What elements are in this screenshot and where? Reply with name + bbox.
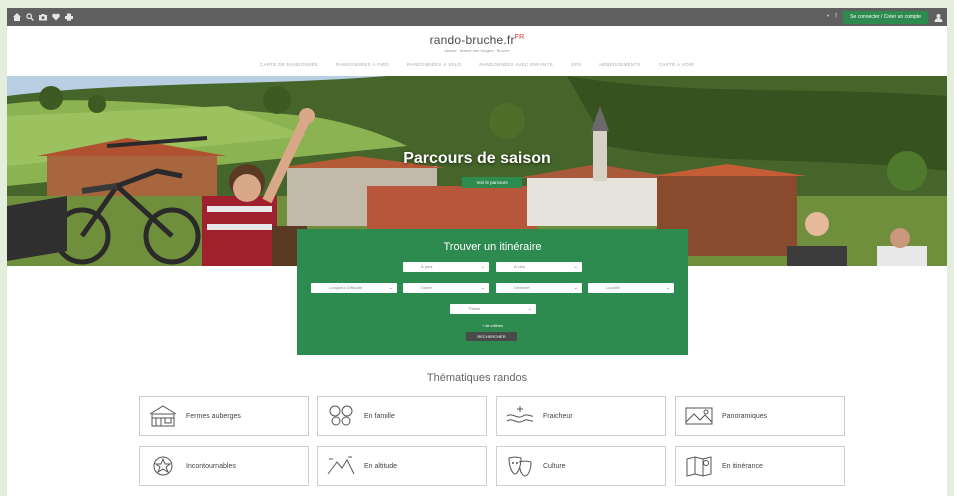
itinerary-search-panel: Trouver un itinéraire À pied ⌄ À vélo ⌄ Lo… bbox=[297, 229, 688, 355]
farm-icon bbox=[146, 402, 180, 430]
camera-icon[interactable] bbox=[39, 12, 47, 21]
hero-title: Parcours de saison bbox=[403, 150, 551, 167]
select-duree[interactable]: Durée ⌄ bbox=[403, 283, 489, 293]
thematic-card-fraicheur[interactable]: Fraicheur bbox=[496, 396, 666, 436]
select-denivele[interactable]: Dénivelé ⌄ bbox=[496, 283, 582, 293]
chevron-down-icon: ⌄ bbox=[527, 306, 532, 312]
select-longueur-label: Longueur Difficulté bbox=[329, 285, 363, 290]
search-submit-button[interactable]: RECHERCHER bbox=[466, 332, 517, 341]
nav-item-pied[interactable]: RANDONNÉES À PIED bbox=[336, 62, 389, 67]
select-localite-label: Localité bbox=[606, 285, 620, 290]
facebook-link[interactable]: f bbox=[835, 10, 837, 24]
select-mode-velo-label: À vélo bbox=[514, 264, 526, 269]
chevron-down-icon: ⌄ bbox=[573, 264, 578, 270]
map-route-icon bbox=[682, 452, 716, 480]
select-denivele-label: Dénivelé bbox=[514, 285, 530, 290]
panorama-icon bbox=[682, 402, 716, 430]
thematic-card-culture[interactable]: Culture bbox=[496, 446, 666, 486]
thematic-card-panoramiques[interactable]: Panoramiques bbox=[675, 396, 845, 436]
select-mode-pied[interactable]: À pied ⌄ bbox=[403, 262, 489, 272]
must-see-icon bbox=[146, 452, 180, 480]
main-nav: CARTE DE RANDONNÉE RANDONNÉES À PIED RAN… bbox=[7, 62, 947, 67]
thematic-card-altitude[interactable]: En altitude bbox=[317, 446, 487, 486]
top-bar-icons bbox=[13, 12, 73, 21]
thematic-label: Incontournables bbox=[186, 462, 236, 470]
top-bar: • f Se connecter / Créer un compte bbox=[7, 8, 947, 26]
thematics-title: Thématiques randos bbox=[426, 372, 528, 384]
nav-item-carte[interactable]: CARTE DE RANDONNÉE bbox=[260, 62, 318, 67]
heart-icon[interactable] bbox=[52, 12, 60, 21]
select-mode-velo[interactable]: À vélo ⌄ bbox=[496, 262, 582, 272]
top-bar-right: • f Se connecter / Créer un compte bbox=[827, 10, 943, 24]
select-longueur[interactable]: Longueur Difficulté ⌄ bbox=[311, 283, 397, 293]
select-mode-pied-label: À pied bbox=[421, 264, 433, 269]
user-icon[interactable] bbox=[934, 13, 943, 22]
thematic-label: Fermes auberges bbox=[186, 412, 241, 420]
flag-badge: FR bbox=[514, 34, 525, 41]
site-subtitle: Alsace · Massif des Vosges · Bruche bbox=[444, 48, 510, 53]
site-title[interactable]: rando-bruche.frFR bbox=[7, 33, 947, 47]
freshness-icon bbox=[503, 402, 537, 430]
thematic-label: En altitude bbox=[364, 462, 398, 470]
chevron-down-icon: ⌄ bbox=[480, 285, 485, 291]
thematic-label: Panoramiques bbox=[722, 412, 768, 420]
chevron-down-icon: ⌄ bbox=[480, 264, 485, 270]
home-icon[interactable] bbox=[13, 12, 21, 21]
chevron-down-icon: ⌄ bbox=[573, 285, 578, 291]
select-theme-label: Thème bbox=[468, 306, 481, 311]
search-title: Trouver un itinéraire bbox=[443, 241, 542, 253]
select-duree-label: Durée bbox=[421, 285, 432, 290]
chevron-down-icon: ⌄ bbox=[388, 285, 393, 291]
thematic-label: En famille bbox=[364, 412, 395, 420]
search-icon[interactable] bbox=[26, 12, 34, 21]
thematic-card-fermes[interactable]: Fermes auberges bbox=[139, 396, 309, 436]
thematic-card-itinerance[interactable]: En itinérance bbox=[675, 446, 845, 486]
site-title-text: rando-bruche.fr bbox=[429, 33, 515, 47]
account-button[interactable]: Se connecter / Créer un compte bbox=[843, 10, 928, 24]
nav-item-enfants[interactable]: RANDONNÉES AVEC ENFANTS bbox=[479, 62, 553, 67]
thematic-label: Culture bbox=[543, 462, 566, 470]
theatre-masks-icon bbox=[503, 452, 537, 480]
chevron-down-icon: ⌄ bbox=[665, 285, 670, 291]
select-theme[interactable]: Thème ⌄ bbox=[450, 304, 536, 314]
mountain-icon bbox=[324, 452, 358, 480]
more-criteria-link[interactable]: + de critères bbox=[297, 324, 688, 328]
thematic-card-famille[interactable]: En famille bbox=[317, 396, 487, 436]
print-icon[interactable] bbox=[65, 12, 73, 21]
nav-item-velo[interactable]: RANDONNÉES À VÉLO bbox=[407, 62, 461, 67]
hero-button[interactable]: Voir le parcours bbox=[462, 177, 522, 188]
page: • f Se connecter / Créer un compte rando… bbox=[7, 8, 947, 496]
thematic-label: En itinérance bbox=[722, 462, 763, 470]
nav-item-hebergements[interactable]: HÉBERGEMENTS bbox=[599, 62, 640, 67]
family-icon bbox=[324, 402, 358, 430]
thematic-label: Fraicheur bbox=[543, 412, 573, 420]
select-localite[interactable]: Localité ⌄ bbox=[588, 283, 674, 293]
thematic-card-incontournables[interactable]: Incontournables bbox=[139, 446, 309, 486]
nav-item-gps[interactable]: GPS bbox=[571, 62, 581, 67]
nav-item-avoir[interactable]: CARTE À VOIR bbox=[659, 62, 694, 67]
top-bar-dot: • bbox=[826, 13, 830, 20]
